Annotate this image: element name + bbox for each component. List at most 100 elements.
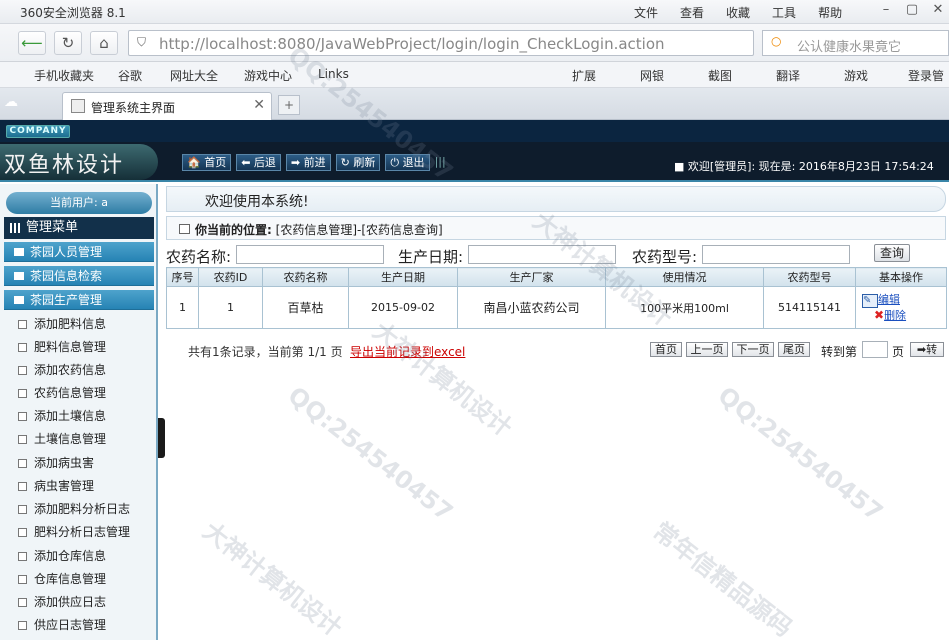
fav-links[interactable]: Links [318, 67, 349, 81]
fav-sites[interactable]: 网址大全 [170, 67, 218, 84]
pagination: 共有1条记录，当前第 1/1 页 导出当前记录到excel 首页 上一页 下一页… [166, 339, 946, 361]
query-button[interactable]: 查询 [874, 244, 910, 262]
prev-page-button[interactable]: 上一页 [686, 342, 728, 357]
fav-google[interactable]: 谷歌 [118, 67, 142, 84]
menu-help[interactable]: 帮助 [818, 4, 842, 21]
fav-games[interactable]: 游戏中心 [244, 67, 292, 84]
production-date-input[interactable] [468, 245, 616, 264]
menu-tools[interactable]: 工具 [772, 4, 796, 21]
nav-home-button[interactable]: 🏠 首页 [182, 154, 232, 171]
edit-icon[interactable]: ✎ [862, 294, 878, 308]
nav-refresh-button[interactable]: ↻ 刷新 [335, 154, 381, 171]
delete-link[interactable]: 删除 [884, 309, 906, 322]
cell-model: 514115141 [763, 286, 856, 329]
refresh-icon[interactable]: ↻ [54, 31, 82, 55]
cell-factory: 南昌小蓝农药公司 [457, 286, 606, 329]
item-icon [18, 343, 27, 352]
sidebar-category-production[interactable]: 茶园生产管理 [4, 290, 154, 310]
minimize-icon[interactable]: – [876, 2, 896, 20]
pesticide-name-label: 农药名称: [166, 248, 232, 266]
sidebar-item-add-warehouse[interactable]: 添加仓库信息 [16, 546, 152, 566]
record-info: 共有1条记录，当前第 1/1 页 [188, 345, 343, 359]
col-index: 序号 [166, 267, 199, 287]
sidebar-item-warehouse-manage[interactable]: 仓库信息管理 [16, 569, 152, 589]
item-icon [18, 412, 27, 421]
toolbar-extensions[interactable]: 扩展 [572, 67, 596, 84]
cloud-icon[interactable]: ☁ [4, 94, 18, 110]
nav-divider: ||| [434, 155, 446, 168]
toolbar-bank[interactable]: 网银 [640, 67, 664, 84]
tab-main[interactable]: 管理系统主界面 ✕ [62, 92, 272, 120]
sidebar-item-fertilizer-manage[interactable]: 肥料信息管理 [16, 337, 152, 357]
location-path: [农药信息管理]-[农药信息查询] [275, 223, 443, 237]
edit-link[interactable]: 编辑 [878, 293, 900, 306]
nav-back-button[interactable]: ⬅ 后退 [236, 154, 281, 171]
page-icon [71, 99, 85, 113]
toolbar-translate[interactable]: 翻译 [776, 67, 800, 84]
delete-icon[interactable]: ✖ [874, 308, 884, 322]
item-icon [18, 482, 27, 491]
maximize-icon[interactable]: ▢ [902, 2, 922, 20]
goto-button[interactable]: ➡转 [910, 342, 944, 357]
next-page-button[interactable]: 下一页 [732, 342, 774, 357]
welcome-bar: 欢迎使用本系统! [166, 186, 946, 212]
sidebar-item-soil-manage[interactable]: 土壤信息管理 [16, 429, 152, 449]
cell-actions: ✎ 编辑 ✖删除 [855, 286, 947, 329]
sidebar-item-fertilizer-log-manage[interactable]: 肥料分析日志管理 [16, 522, 152, 542]
page-unit-label: 页 [892, 345, 905, 359]
sidebar-category-staff[interactable]: 茶园人员管理 [4, 242, 154, 262]
pesticide-table: 序号 农药ID 农药名称 生产日期 生产厂家 使用情况 农药型号 基本操作 1 … [166, 267, 947, 329]
search-form: 农药名称: 生产日期: 农药型号: 查询 [166, 244, 946, 266]
item-icon [18, 389, 27, 398]
menu-file[interactable]: 文件 [634, 4, 658, 21]
export-excel-link[interactable]: 导出当前记录到excel [350, 343, 465, 360]
current-user: 当前用户: a [6, 192, 152, 214]
new-tab-button[interactable]: + [278, 95, 300, 115]
watermark: 大神计算机设计 [197, 516, 348, 640]
item-icon [18, 366, 27, 375]
toolbar-games[interactable]: 游戏 [844, 67, 868, 84]
company-badge: COMPANY [6, 125, 70, 138]
welcome-datetime: ■ 欢迎[管理员]: 现在是: 2016年8月23日 17:54:24 [674, 160, 934, 173]
sidebar-item-add-pesticide[interactable]: 添加农药信息 [16, 360, 152, 380]
search-input[interactable]: ○ 公认健康水果竟它 [762, 30, 949, 56]
menu-favorites[interactable]: 收藏 [726, 4, 750, 21]
cell-date: 2015-09-02 [348, 286, 458, 329]
back-icon[interactable]: ⟵ [18, 31, 46, 55]
cell-index: 1 [166, 286, 199, 329]
sidebar-item-supply-log-manage[interactable]: 供应日志管理 [16, 615, 152, 635]
menu-view[interactable]: 查看 [680, 4, 704, 21]
item-icon [18, 598, 27, 607]
company-strip: COMPANY [0, 120, 949, 142]
sidebar-item-pesticide-manage[interactable]: 农药信息管理 [16, 383, 152, 403]
sidebar-item-add-pest[interactable]: 添加病虫害 [16, 453, 152, 473]
tab-close-icon[interactable]: ✕ [253, 97, 265, 113]
sidebar-item-add-fertilizer[interactable]: 添加肥料信息 [16, 314, 152, 334]
sidebar-collapse-handle[interactable] [158, 418, 165, 458]
sidebar-item-pest-manage[interactable]: 病虫害管理 [16, 476, 152, 496]
toolbar-screenshot[interactable]: 截图 [708, 67, 732, 84]
toolbar-login[interactable]: 登录管 [908, 67, 944, 84]
nav-logout-button[interactable]: ⏻ 退出 [385, 154, 430, 171]
sidebar-item-add-fertilizer-log[interactable]: 添加肥料分析日志 [16, 499, 152, 519]
watermark: QQ:254540457 [282, 381, 459, 527]
close-icon[interactable]: ✕ [928, 2, 948, 20]
sidebar: 当前用户: a 管理菜单 茶园人员管理 茶园信息检索 茶园生产管理 添加肥料信息… [0, 184, 158, 640]
url-text: http://localhost:8080/JavaWebProject/log… [159, 35, 665, 53]
col-model: 农药型号 [763, 267, 856, 287]
sidebar-item-add-soil[interactable]: 添加土壤信息 [16, 406, 152, 426]
sidebar-category-search[interactable]: 茶园信息检索 [4, 266, 154, 286]
sidebar-item-add-supply-log[interactable]: 添加供应日志 [16, 592, 152, 612]
fav-mobile[interactable]: 手机收藏夹 [34, 67, 94, 84]
tab-bar: ☁ 管理系统主界面 ✕ + [0, 88, 949, 120]
pesticide-model-input[interactable] [702, 245, 850, 264]
col-actions: 基本操作 [855, 267, 947, 287]
home-icon[interactable]: ⌂ [90, 31, 118, 55]
url-input[interactable]: ⛉ http://localhost:8080/JavaWebProject/l… [128, 30, 754, 56]
nav-forward-button[interactable]: ➡ 前进 [285, 154, 331, 171]
last-page-button[interactable]: 尾页 [778, 342, 810, 357]
search-placeholder: 公认健康水果竟它 [797, 40, 902, 55]
page-number-input[interactable] [862, 341, 888, 358]
first-page-button[interactable]: 首页 [650, 342, 682, 357]
pesticide-name-input[interactable] [236, 245, 384, 264]
